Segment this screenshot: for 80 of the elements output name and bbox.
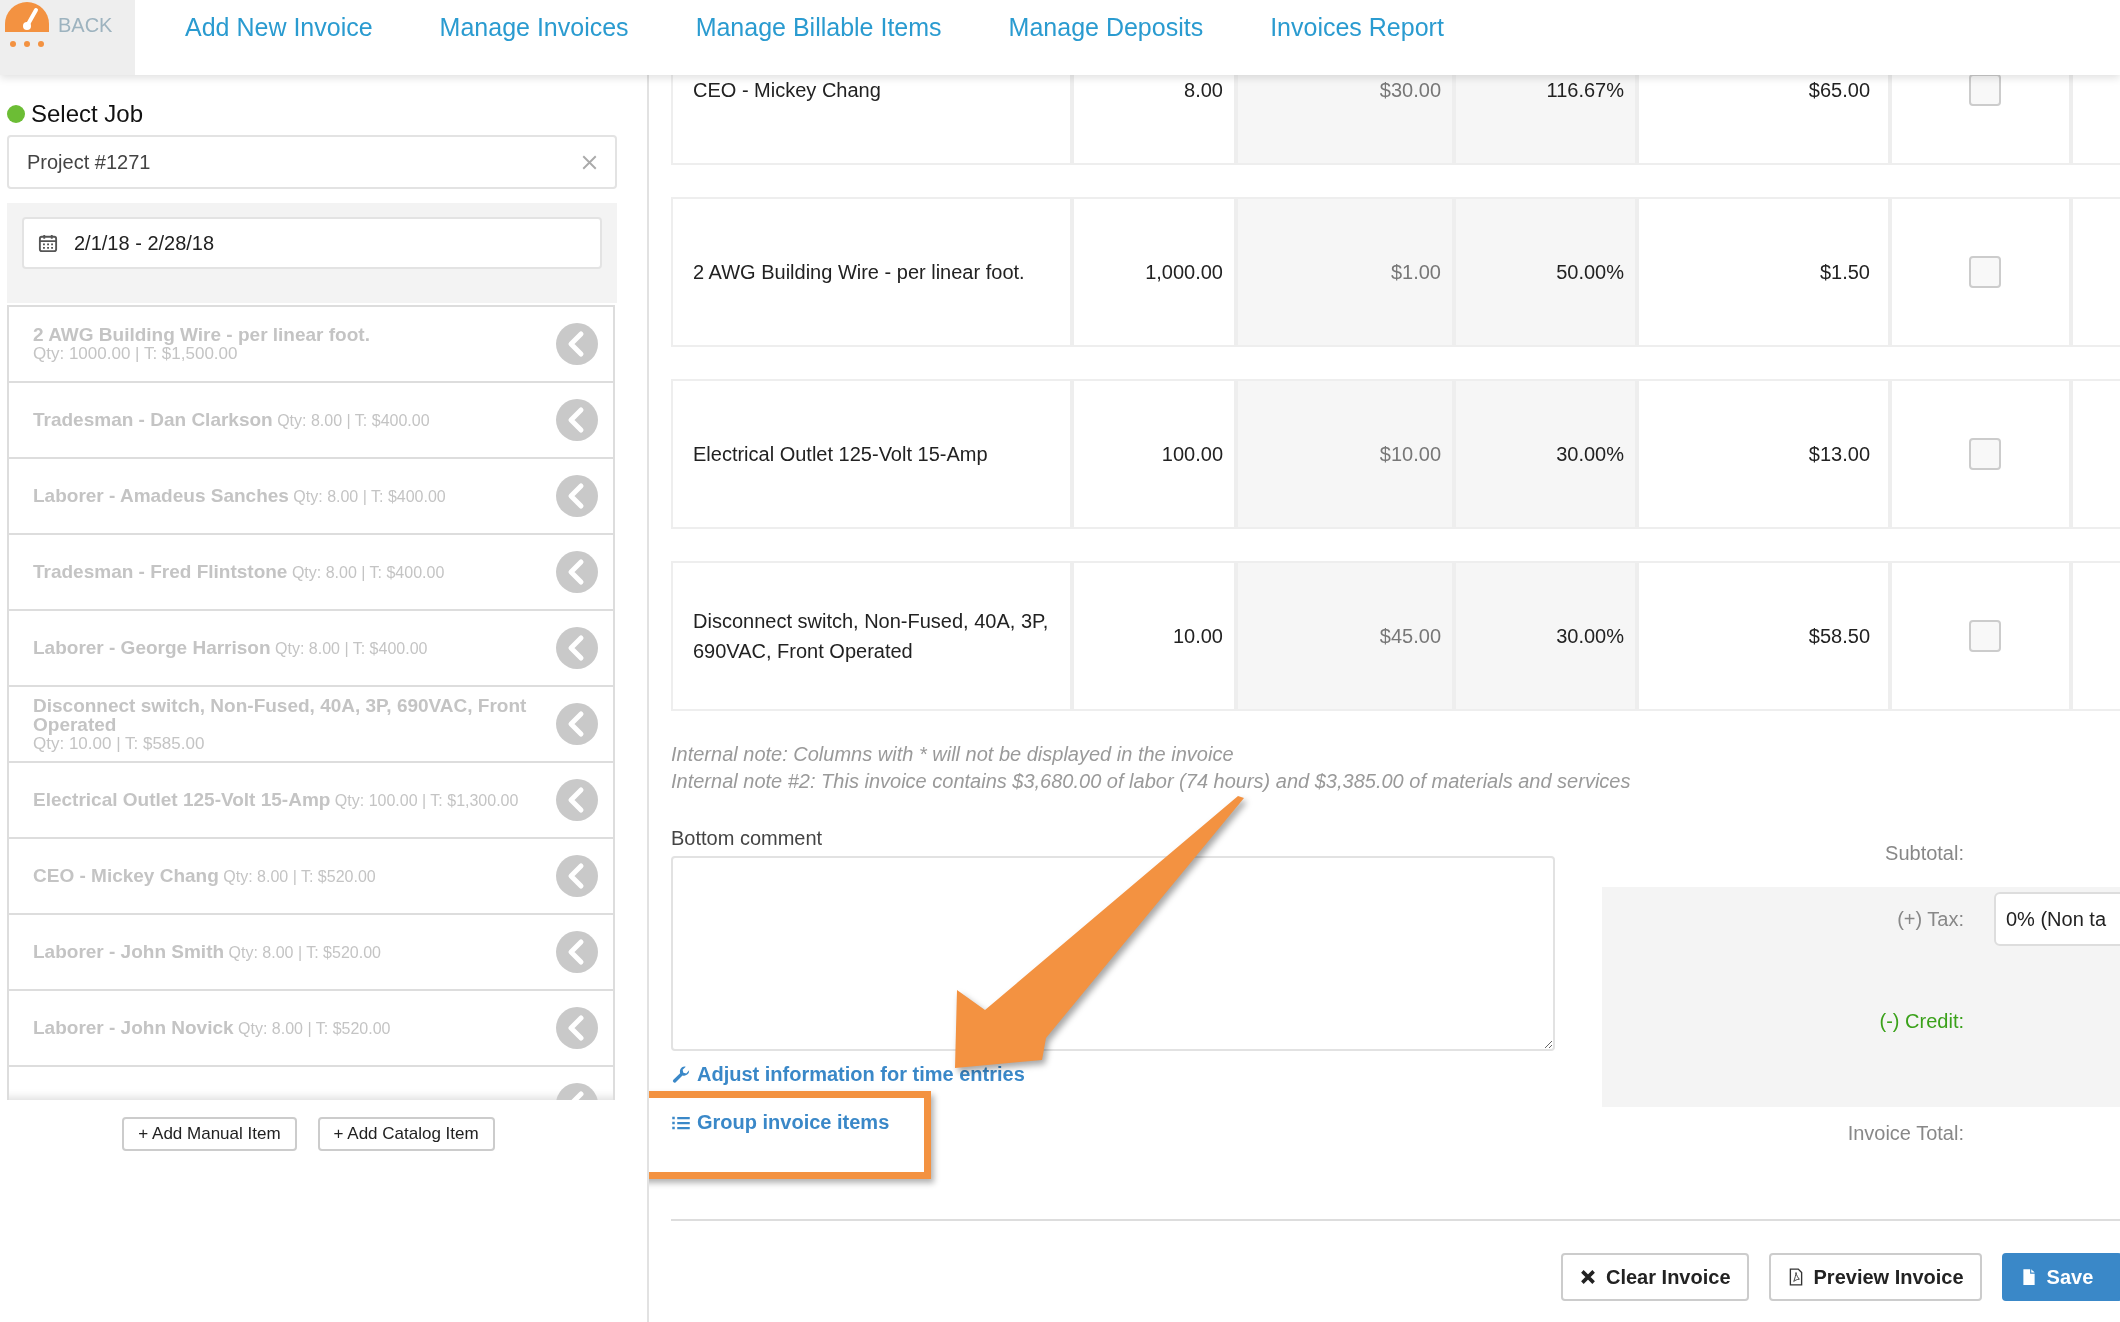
table-cell: 100.00 [1072,379,1236,529]
clear-icon[interactable] [582,154,597,170]
table-cell: $45.00 [1236,561,1454,711]
table-cell: 2 AWG Building Wire - per linear foot. [671,197,1072,347]
billable-item[interactable]: CEO - Mickey Chang Qty: 8.00 | T: $520.00 [9,839,613,915]
bottom-comment-label: Bottom comment [671,827,824,850]
chevron-left-icon[interactable] [556,779,598,821]
item-name: Tradesman - Dan Clarkson Qty: 8.00 | T: $400.00 [33,409,430,431]
item-name: Tradesman - Fred Flintstone Qty: 8.00 | T: $400.00 [33,561,445,583]
chevron-left-icon[interactable] [556,551,598,593]
tax-select[interactable]: 0% (Non ta [1994,892,2120,946]
table-cell: 30.00% [1454,379,1637,529]
close-icon [1579,1268,1597,1286]
item-name: Electrical Outlet 125-Volt 15-Amp Qty: 100.00 | T: $1,300.00 [33,789,519,811]
item-name: Laborer - Amadeus Sanches Qty: 8.00 | T: $400.00 [33,485,446,507]
billable-item[interactable]: Electrical Outlet 125-Volt 15-Amp Qty: 100.00 | T: $1,300.00 [9,763,613,839]
action-link[interactable]: Group invoice items [671,1111,890,1134]
table-cell: $10.00 [1236,379,1454,529]
clear-invoice-button[interactable]: Clear Invoice [1561,1253,1749,1301]
bottom-comment-field[interactable] [671,856,1555,1051]
wrench-icon [671,1064,691,1085]
table-cell: 1,000.00 [1072,197,1236,347]
internal-note: Internal note: Columns with * will not be displayed in the invoice [671,742,1235,767]
billable-item[interactable]: 2 AWG Building Wire - per linear foot. Qty: 1000.00 | T: $1,500.00 [9,307,613,383]
invoice-total-label: Invoice Total: [1846,1121,1964,1145]
item-name: Laborer - John Novick Qty: 8.00 | T: $520.00 [33,1017,391,1039]
chevron-left-icon[interactable] [556,475,598,517]
nav-link[interactable]: Add New Invoice [185,13,373,75]
billable-item[interactable]: Tradesman - Dan Clarkson Qty: 8.00 | T: $400.00 [9,383,613,459]
nav-link[interactable]: Manage Billable Items [695,13,942,75]
date-range-field[interactable]: 2/1/18 - 2/28/18 [22,217,602,269]
status-dot [7,105,25,123]
billable-item[interactable]: Laborer - John Novick Qty: 8.00 | T: $520.00 [9,991,613,1067]
internal-note: Internal note #2: This invoice contains $3,680.00 of labor (74 hours) and $3,385.00 of materials and services [671,769,1632,794]
table-cell: $58.50 [1637,561,1890,711]
table-cell: 50.00% [1454,197,1637,347]
job-field[interactable]: Project #1271 [7,135,617,189]
item-detail: Qty: 1000.00 | T: $1,500.00 [33,344,239,363]
select-job-label: Select Job [31,100,144,128]
preview-invoice-button[interactable]: Preview Invoice [1768,1253,1982,1301]
table-cell: $13.00 [1637,379,1890,529]
item-name: CEO - Mickey Chang Qty: 8.00 | T: $520.00 [33,865,376,887]
chevron-left-icon[interactable] [556,931,598,973]
item-name: Disconnect switch, Non-Fused, 40A, 3P, 690VAC, Front Operated [33,695,528,734]
subtotal-label: Subtotal: [1884,841,1964,865]
credit-label: (-) Credit: [1878,1009,1964,1033]
table-cell: Electrical Outlet 125-Volt 15-Amp [671,379,1072,529]
table-cell: $1.00 [1236,197,1454,347]
save-button[interactable]: Save [2001,1253,2120,1301]
table-cell: $1.50 [1637,197,1890,347]
checkbox[interactable] [1969,620,2001,652]
checkbox[interactable] [1969,438,2001,470]
table-cell: 30.00% [1454,561,1637,711]
item-name: 2 AWG Building Wire - per linear foot. [33,325,370,344]
add-item-button[interactable]: + Add Manual Item [122,1117,297,1151]
chevron-left-icon[interactable] [556,703,598,745]
action-link[interactable]: Adjust information for time entries [671,1063,1025,1086]
billable-item[interactable]: Tradesman - Fred Flintstone Qty: 8.00 | T: $400.00 [9,535,613,611]
back-button[interactable]: BACK [0,0,135,75]
chevron-left-icon[interactable] [556,1007,598,1049]
chevron-left-icon[interactable] [556,399,598,441]
item-name: Laborer - George Harrison Qty: 8.00 | T: $400.00 [33,637,428,659]
billable-item[interactable]: Laborer - John Smith Qty: 8.00 | T: $520.00 [9,915,613,991]
chevron-left-icon[interactable] [556,627,598,669]
calendar-icon [38,233,58,253]
billable-item[interactable]: Laborer - Amadeus Sanches Qty: 8.00 | T: $400.00 [9,459,613,535]
table-cell: Disconnect switch, Non-Fused, 40A, 3P, 690VAC, Front Operated [671,561,1072,711]
billable-item[interactable]: Laborer - George Harrison Qty: 8.00 | T: $400.00 [9,611,613,687]
item-name: Laborer - John Smith Qty: 8.00 | T: $520.00 [33,941,381,963]
gauge-icon [2,0,52,50]
nav-link[interactable]: Manage Invoices [439,13,629,75]
add-item-button[interactable]: + Add Catalog Item [317,1117,495,1151]
billable-item[interactable]: Disconnect switch, Non-Fused, 40A, 3P, 690VAC, Front Operated Qty: 10.00 | T: $585.00 [9,687,613,763]
table-cell: 10.00 [1072,561,1236,711]
nav-link[interactable]: Invoices Report [1270,13,1444,75]
tax-label: (+) Tax: [1896,907,1964,931]
checkbox[interactable] [1969,74,2001,106]
checkbox[interactable] [1969,256,2001,288]
chevron-left-icon[interactable] [556,323,598,365]
chevron-left-icon[interactable] [556,855,598,897]
